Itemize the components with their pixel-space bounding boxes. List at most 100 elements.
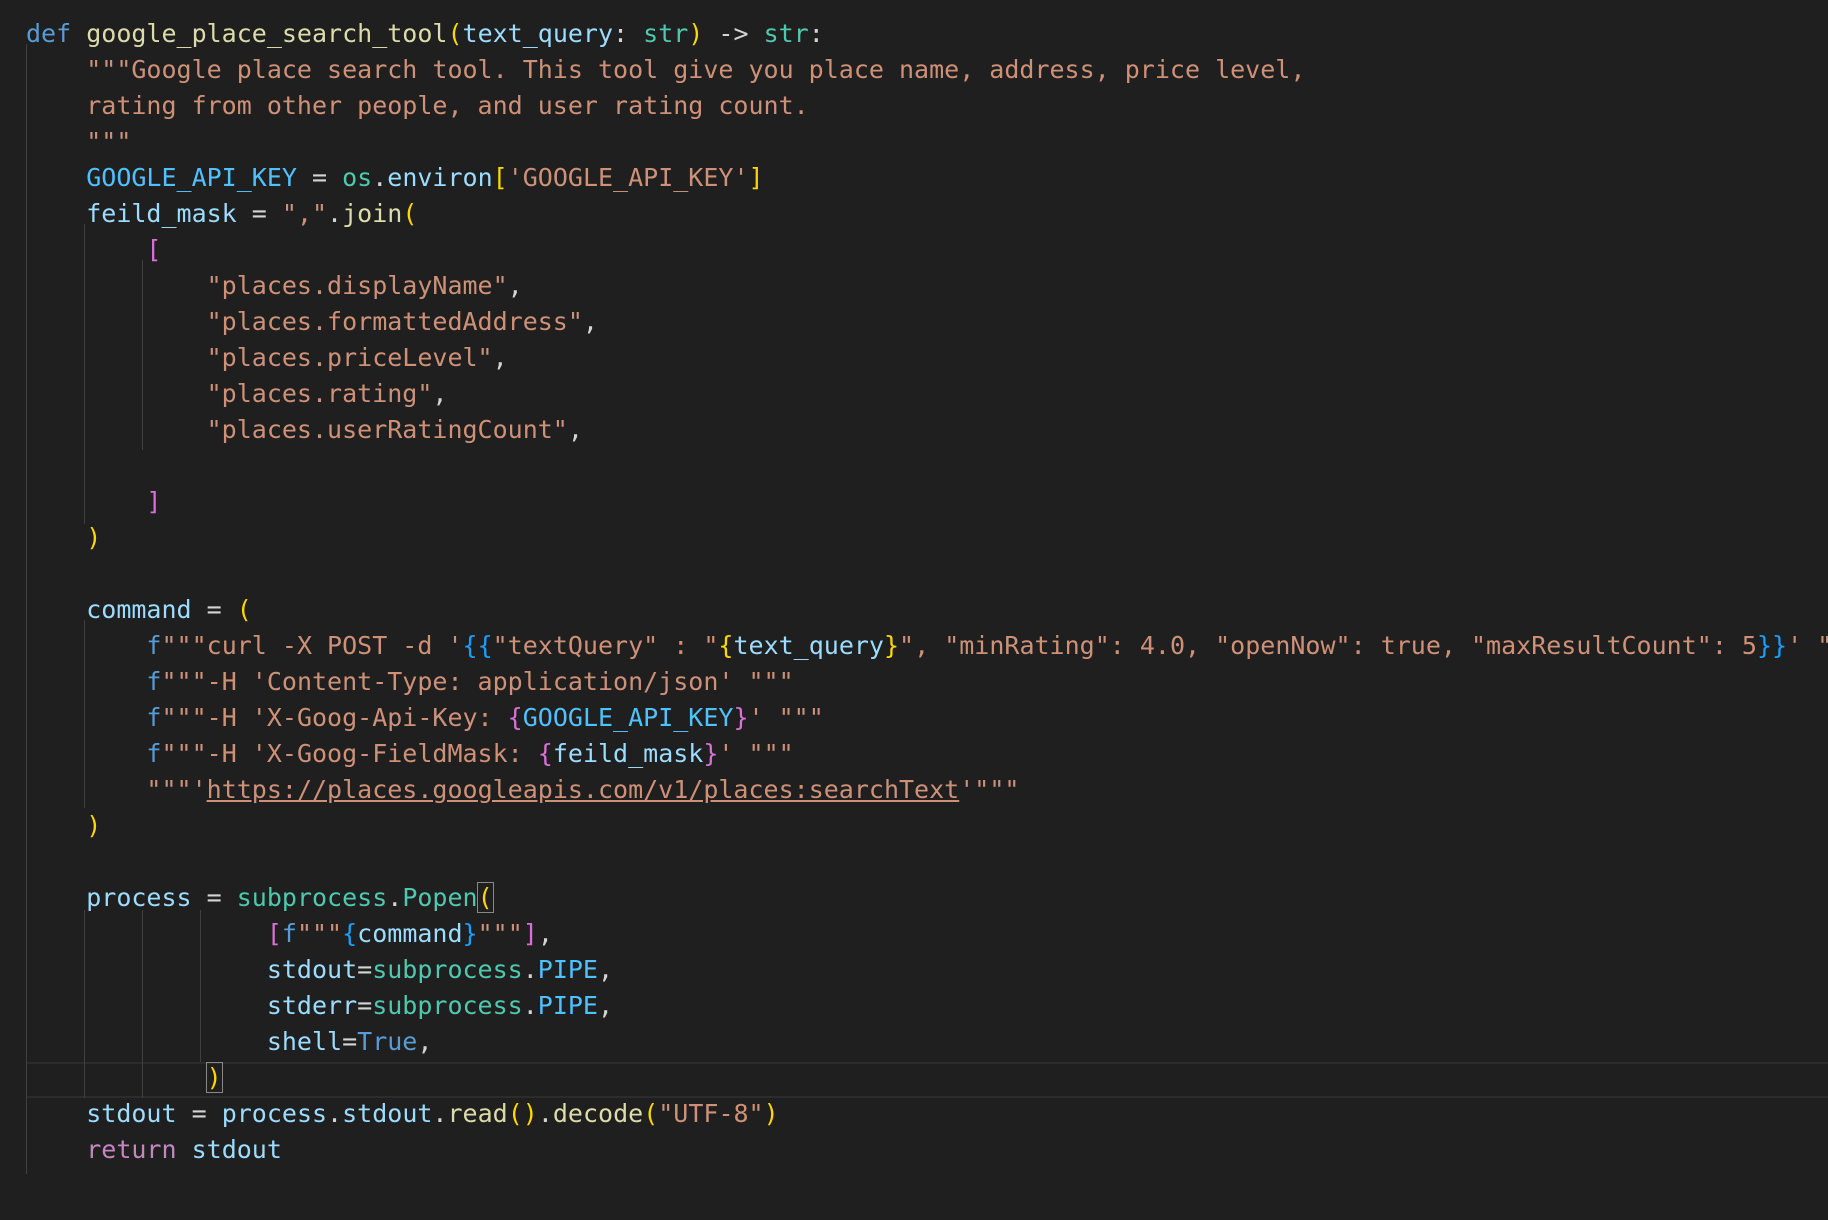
code-line[interactable]: f"""-H 'X-Goog-Api-Key: {GOOGLE_API_KEY}… [26,700,823,736]
string-token: """-H 'Content-Type: application/json' "… [161,667,794,696]
code-line[interactable]: ] [26,484,161,520]
code-line[interactable]: ) [26,808,101,844]
parameter-token: stdout [266,955,358,984]
code-line[interactable]: """Google place search tool. This tool g… [26,52,1305,88]
type-token: os [342,163,373,192]
string-token: "textQuery" : " [492,631,719,660]
operator-token [26,1027,267,1056]
operator-token [26,955,267,984]
string-token: "places.displayName" [206,271,508,300]
bracket-token: ( [643,1099,659,1128]
bracket-token: ( [402,199,418,228]
operator-token [26,739,146,768]
function-name-token: decode [552,1099,644,1128]
string-token: """ [477,919,523,948]
type-token: str [763,19,809,48]
operator-token: , [567,415,583,444]
string-token: "," [281,199,328,228]
operator-token: = [176,1099,222,1128]
code-line[interactable]: shell=True, [26,1024,433,1060]
code-line[interactable]: return stdout [26,1132,282,1168]
operator-token [26,667,146,696]
code-editor[interactable]: def google_place_search_tool(text_query:… [0,0,1828,1220]
code-line[interactable]: """'https://places.googleapis.com/v1/pla… [26,772,1019,808]
code-line[interactable]: f"""-H 'Content-Type: application/json' … [26,664,794,700]
url-link[interactable]: https://places.googleapis.com/v1/places:… [207,775,960,804]
bracket-token: ) [86,523,102,552]
bracket-token: {{ [462,631,493,660]
fstring-prefix-token: f [146,703,162,732]
code-line[interactable]: "places.displayName", [26,268,523,304]
bracket-token: }} [1756,631,1788,660]
fstring-prefix-token: f [146,631,162,660]
operator-token [26,811,86,840]
string-token: "places.rating" [206,379,433,408]
code-line[interactable]: stdout = process.stdout.read().decode("U… [26,1096,778,1132]
code-line[interactable]: process = subprocess.Popen( [26,880,494,916]
operator-token: = [191,883,237,912]
code-line[interactable]: [ [26,232,161,268]
operator-token [26,415,207,444]
code-line[interactable]: rating from other people, and user ratin… [26,88,809,124]
variable-token: command [357,919,463,948]
type-token: subprocess [236,883,388,912]
operator-token [26,1135,86,1164]
keyword-token: return [86,1135,177,1164]
parameter-token: text_query [462,19,614,48]
code-line[interactable]: GOOGLE_API_KEY = os.environ['GOOGLE_API_… [26,160,763,196]
code-line[interactable]: "places.rating", [26,376,448,412]
operator-token: , [507,271,523,300]
string-token: ' """ [1787,631,1828,660]
operator-token [26,343,207,372]
operator-token [26,919,267,948]
bracket-token: [ [146,235,162,264]
code-line[interactable]: "places.priceLevel", [26,340,508,376]
operator-token: : [808,19,824,48]
constant-token: GOOGLE_API_KEY [86,163,297,192]
operator-token: = [236,199,282,228]
code-line[interactable]: "places.formattedAddress", [26,304,598,340]
operator-token [26,199,86,228]
operator-token [26,1099,86,1128]
string-token: "places.priceLevel" [206,343,493,372]
code-line[interactable]: stderr=subprocess.PIPE, [26,988,613,1024]
function-name-token: read [447,1099,508,1128]
operator-token: , [537,919,553,948]
code-line[interactable]: stdout=subprocess.PIPE, [26,952,613,988]
variable-token: stdout [191,1135,282,1164]
operator-token: , [598,955,614,984]
operator-token: = [296,163,343,192]
code-line[interactable]: "places.userRatingCount", [26,412,583,448]
code-line[interactable]: f"""curl -X POST -d '{{"textQuery" : "{t… [26,628,1828,664]
code-line[interactable]: ) [26,1060,223,1096]
operator-token: , [582,307,598,336]
bracket-token: () [507,1099,538,1128]
bracket-token: { [718,631,734,660]
code-line[interactable]: ) [26,520,101,556]
operator-token [26,127,86,156]
current-line-highlight [26,1062,1828,1098]
operator-token: . [327,199,343,228]
operator-token: . [327,1099,343,1128]
bracket-token: ) [688,19,704,48]
bracket-token: { [537,739,553,768]
string-token: """' [146,775,207,804]
operator-token: = [357,991,373,1020]
code-line[interactable]: [f"""{command}"""], [26,916,553,952]
code-line[interactable]: f"""-H 'X-Goog-FieldMask: {feild_mask}' … [26,736,793,772]
string-token: rating from other people, and user ratin… [86,91,809,120]
code-line[interactable]: feild_mask = ",".join( [26,196,417,232]
operator-token: . [387,883,403,912]
operator-token [26,379,207,408]
operator-token: , [492,343,508,372]
code-line[interactable]: def google_place_search_tool(text_query:… [26,16,824,52]
code-line[interactable]: """ [26,124,131,160]
keyword-token: True [357,1027,418,1056]
operator-token [26,1063,207,1092]
bracket-token: } [733,703,749,732]
code-line[interactable]: command = ( [26,592,252,628]
operator-token [26,307,207,336]
operator-token [26,235,146,264]
string-token: """ [86,127,132,156]
string-token: 'GOOGLE_API_KEY' [507,163,749,192]
